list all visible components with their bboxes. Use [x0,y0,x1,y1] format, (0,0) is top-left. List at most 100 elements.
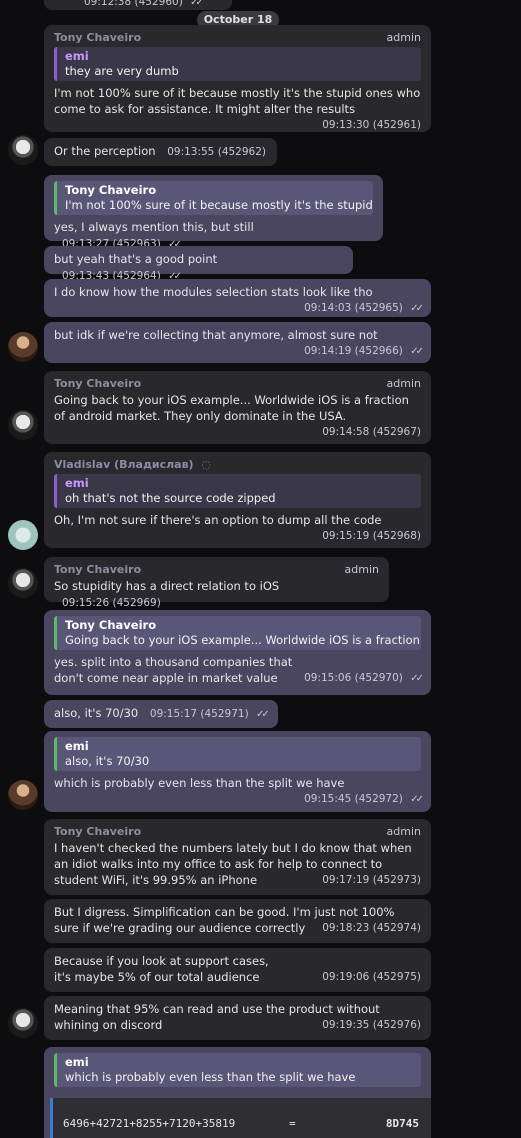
message-id: (452974) [372,922,421,934]
message-id: (452976) [372,1019,421,1031]
message-text: So stupidity has a direct relation to iO… [54,579,280,593]
sender-name[interactable]: Tony Chaveiro [54,824,421,840]
message-time: 09:15:19 [322,530,370,542]
message-bubble[interactable]: but idk if we're collecting that anymore… [44,322,431,363]
quote-text: oh that's not the source code zipped [65,491,276,505]
quote-author: Tony Chaveiro [65,618,157,632]
message-id: (452968) [372,530,421,542]
quote-author: emi [65,476,89,490]
user-avatar[interactable] [8,568,38,598]
message-text: which is probably even less than the spl… [54,776,345,790]
message-time: 09:13:55 [167,146,215,158]
message-time: 09:14:58 [322,426,370,438]
quote-text: they are very dumb [65,64,179,78]
message-time: 09:15:17 [149,708,198,720]
quote-text: which is probably even less than the spl… [65,1070,356,1084]
message-bubble[interactable]: Vladislav (Владислав) ◌ emi oh that's no… [44,452,431,548]
code-result: 8D745 [385,1117,419,1130]
double-check-icon: ✓✓ [410,346,424,357]
sender-name[interactable]: Tony Chaveiro [54,562,379,578]
user-avatar[interactable] [8,332,38,362]
message-id: (452972) [354,793,403,805]
code-equals: = [289,1117,296,1130]
reply-quote[interactable]: Tony Chaveiro I'm not 100% sure of it be… [54,181,373,215]
quote-author: emi [65,49,89,63]
message-bubble[interactable]: Tony Chaveiro admin I haven't checked th… [44,819,431,895]
role-badge: admin [386,377,421,390]
message-time: 09:17:19 [322,874,370,886]
sender-name[interactable]: Tony Chaveiro [54,30,421,46]
message-meta: 09:13:55 (452962) [167,146,266,158]
message-time: 09:18:23 [322,922,370,934]
message-id: (452975) [372,971,421,983]
message-time: 09:19:35 [322,1019,370,1031]
reply-quote[interactable]: emi which is probably even less than the… [54,1053,421,1087]
user-avatar[interactable] [8,520,38,550]
message-bubble[interactable]: Or the perception 09:13:55 (452962) [44,138,277,166]
reply-quote[interactable]: emi they are very dumb [54,47,421,81]
message-id: (452962) [217,146,266,158]
message-time: 09:13:30 [322,119,370,131]
message-bubble[interactable]: Because if you look at support cases, it… [44,948,431,992]
quote-author: emi [65,739,89,753]
message-bubble[interactable]: emi also, it's 70/30 which is probably e… [44,731,431,812]
double-check-icon: ✓✓ [410,673,424,684]
user-avatar[interactable] [8,135,38,165]
user-avatar[interactable] [8,1008,38,1038]
double-check-icon: ✓✓ [410,303,424,314]
message-meta: 09:14:19 (452966) ✓✓ [54,343,424,360]
message-meta: 09:15:45 (452972) ✓✓ [54,791,424,808]
quote-text: Going back to your iOS example... Worldw… [65,633,421,647]
message-id: (452960) [134,0,183,8]
message-time: 09:19:06 [322,971,370,983]
quote-text: I'm not 100% sure of it because mostly i… [65,198,373,212]
message-text: Oh, I'm not sure if there's an option to… [54,513,382,527]
message-id: (452961) [372,119,421,131]
message-id: (452969) [112,597,161,609]
code-block[interactable]: 6496+42721+8255+7120+35819 = 8D745 [50,1098,431,1138]
message-time: 09:15:06 [304,672,352,684]
user-avatar[interactable] [8,410,38,440]
message-text: also, it's 70/30 [54,706,139,720]
message-text: but yeah that's a good point [54,252,218,266]
message-id: (452970) [354,672,403,684]
message-id: (452966) [354,345,403,357]
reply-quote[interactable]: Tony Chaveiro Going back to your iOS exa… [54,616,421,650]
message-meta: 09:15:26 (452969) [62,597,161,609]
message-text: Or the perception [54,144,156,158]
message-bubble[interactable]: but yeah that's a good point 09:13:43 (4… [44,246,353,282]
reply-quote[interactable]: emi oh that's not the source code zipped [54,474,421,508]
sender-name[interactable]: Vladislav (Владислав) ◌ [54,457,421,473]
message-text: yes, I always mention this, but still [54,220,254,234]
message-bubble[interactable]: But I digress. Simplification can be goo… [44,899,431,943]
message-meta: 09:12:38 (452960) ✓✓ [84,0,204,8]
message-id: (452971) [200,708,249,720]
reply-quote[interactable]: emi also, it's 70/30 [54,737,421,771]
message-text: I'm not 100% sure of it because mostly i… [54,86,421,116]
message-text: Going back to your iOS example... Worldw… [54,393,409,423]
double-check-icon: ✓✓ [410,794,424,805]
message-bubble[interactable]: Tony Chaveiro admin Going back to your i… [44,371,431,444]
message-meta: 09:14:03 (452965) ✓✓ [54,300,424,317]
message-bubble[interactable]: Meaning that 95% can read and use the pr… [44,996,431,1040]
message-bubble[interactable]: I do know how the modules selection stat… [44,279,431,317]
code-expression: 6496+42721+8255+7120+35819 [63,1117,236,1130]
message-bubble[interactable]: Tony Chaveiro admin emi they are very du… [44,25,431,132]
message-id: (452967) [372,426,421,438]
user-avatar[interactable] [8,780,38,810]
message-bubble[interactable]: Tony Chaveiro Going back to your iOS exa… [44,610,431,695]
message-time: 09:15:26 [62,597,110,609]
loading-spinner-icon: ◌ [201,458,212,471]
role-badge: admin [344,563,379,576]
quote-author: emi [65,1055,89,1069]
sender-name[interactable]: Tony Chaveiro [54,376,421,392]
message-id: (452973) [372,874,421,886]
message-bubble[interactable]: Tony Chaveiro admin So stupidity has a d… [44,557,389,609]
role-badge: admin [386,31,421,44]
message-bubble[interactable]: Tony Chaveiro I'm not 100% sure of it be… [44,175,383,250]
sender-name-text: Vladislav (Владислав) [54,458,194,471]
message-bubble[interactable]: also, it's 70/30 09:15:17 (452971) ✓✓ [44,700,278,728]
message-time: 09:14:19 [304,345,352,357]
message-time: 09:14:03 [304,302,352,314]
message-id: (452965) [354,302,403,314]
